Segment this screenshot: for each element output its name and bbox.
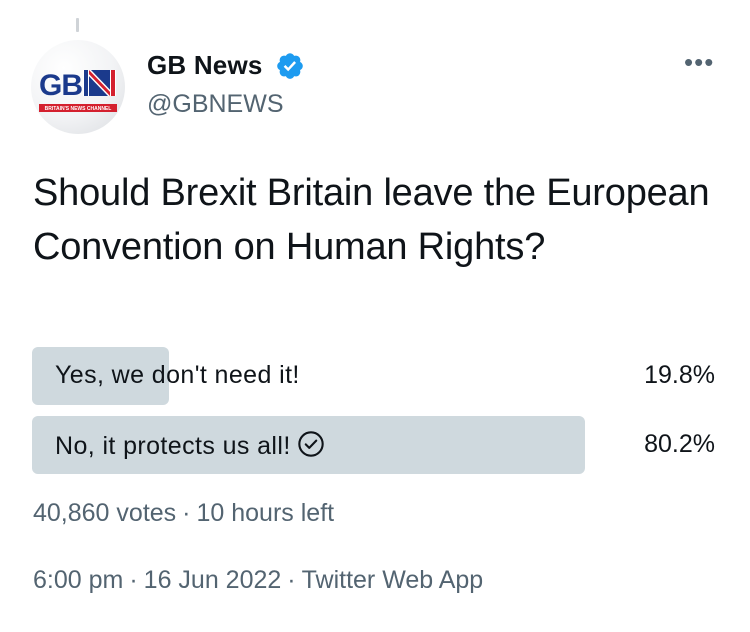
logo-tagline: BRITAIN'S NEWS CHANNEL [39,104,117,112]
poll-time-left: 10 hours left [196,499,335,527]
display-name[interactable]: GB News [147,50,263,81]
poll-option-percent: 80.2% [644,430,715,458]
gb-news-logo: GB [39,69,116,100]
poll-option-label: No, it protects us all! [55,432,291,460]
user-handle[interactable]: @GBNEWS [147,90,284,119]
poll-option-label-row: No, it protects us all! [55,430,325,461]
tweet-text: Should Brexit Britain leave the European… [33,172,710,268]
separator: · [287,566,296,594]
tweet-time[interactable]: 6:00 pm [33,566,123,594]
more-options-icon[interactable]: ••• [684,49,714,75]
poll-option-percent: 19.8% [644,361,715,389]
verified-badge-icon [277,53,303,79]
svg-text:GB: GB [39,69,82,100]
drag-handle [76,18,79,32]
poll-option-1: Yes, we don't need it! 19.8% [32,347,722,405]
separator: · [182,499,191,527]
tweet-date[interactable]: 16 Jun 2022 [144,566,282,594]
check-circle-icon [297,431,324,457]
poll-option-label: Yes, we don't need it! [55,361,300,389]
poll-option-2: No, it protects us all! 80.2% [32,416,722,474]
separator: · [129,566,138,594]
tweet-timestamp: 6:00 pm · 16 Jun 2022 · Twitter Web App [33,566,483,595]
tweet-source[interactable]: Twitter Web App [302,566,484,594]
svg-text:BRITAIN'S NEWS CHANNEL: BRITAIN'S NEWS CHANNEL [45,106,112,112]
avatar[interactable]: GB BRITAIN'S NEWS CHANNEL [31,40,125,134]
poll-vote-count: 40,860 votes [33,499,177,527]
poll-meta: 40,860 votes · 10 hours left [33,499,334,528]
